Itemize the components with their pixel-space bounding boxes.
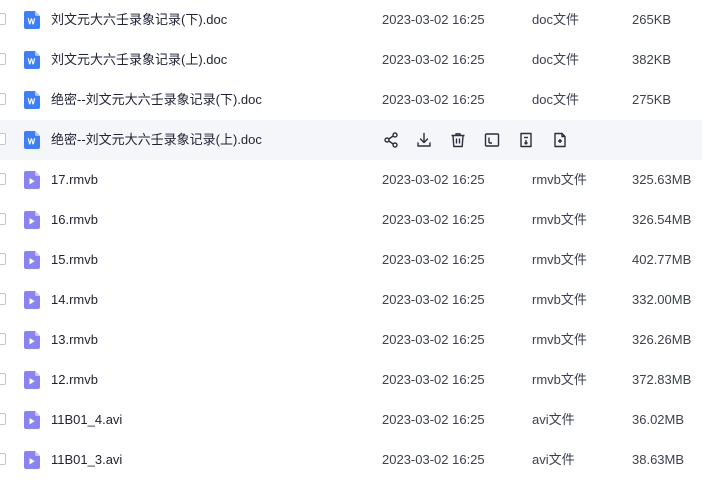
file-size: 382KB xyxy=(632,52,672,67)
rename-icon[interactable] xyxy=(483,131,501,149)
video-file-icon xyxy=(24,411,40,429)
video-file-icon xyxy=(24,171,40,189)
file-date: 2023-03-02 16:25 xyxy=(382,412,485,427)
file-row-hovered[interactable]: 绝密--刘文元大六壬录象记录(上).doc xyxy=(0,120,702,160)
file-type: rmvb文件 xyxy=(532,332,587,347)
file-name[interactable]: 刘文元大六壬录象记录(下).doc xyxy=(51,11,227,29)
word-doc-icon xyxy=(24,131,40,149)
file-type: rmvb文件 xyxy=(532,172,587,187)
row-checkbox[interactable] xyxy=(0,173,6,185)
file-row[interactable]: 16.rmvb 2023-03-02 16:25 rmvb文件 326.54MB xyxy=(0,200,702,240)
file-row[interactable]: 12.rmvb 2023-03-02 16:25 rmvb文件 372.83MB xyxy=(0,360,702,400)
share-icon[interactable] xyxy=(382,131,400,149)
file-name[interactable]: 刘文元大六壬录象记录(上).doc xyxy=(51,51,227,69)
file-name[interactable]: 绝密--刘文元大六壬录象记录(下).doc xyxy=(51,91,262,109)
file-date: 2023-03-02 16:25 xyxy=(382,92,485,107)
row-checkbox[interactable] xyxy=(0,133,6,145)
file-date: 2023-03-02 16:25 xyxy=(382,452,485,467)
file-date: 2023-03-02 16:25 xyxy=(382,12,485,27)
file-row[interactable]: 刘文元大六壬录象记录(上).doc 2023-03-02 16:25 doc文件… xyxy=(0,40,702,80)
file-name[interactable]: 绝密--刘文元大六壬录象记录(上).doc xyxy=(51,131,262,149)
file-row[interactable]: 11B01_4.avi 2023-03-02 16:25 avi文件 36.02… xyxy=(0,400,702,440)
file-date: 2023-03-02 16:25 xyxy=(382,292,485,307)
file-name[interactable]: 15.rmvb xyxy=(51,251,98,269)
file-type: rmvb文件 xyxy=(532,212,587,227)
download-icon[interactable] xyxy=(415,131,433,149)
file-row[interactable]: 17.rmvb 2023-03-02 16:25 rmvb文件 325.63MB xyxy=(0,160,702,200)
word-doc-icon xyxy=(24,91,40,109)
video-file-icon xyxy=(24,451,40,469)
file-row[interactable]: 绝密--刘文元大六壬录象记录(下).doc 2023-03-02 16:25 d… xyxy=(0,80,702,120)
file-date: 2023-03-02 16:25 xyxy=(382,372,485,387)
file-date: 2023-03-02 16:25 xyxy=(382,52,485,67)
file-size: 372.83MB xyxy=(632,372,692,387)
file-date: 2023-03-02 16:25 xyxy=(382,252,485,267)
row-checkbox[interactable] xyxy=(0,413,6,425)
file-size: 38.63MB xyxy=(632,452,685,467)
file-row[interactable]: 13.rmvb 2023-03-02 16:25 rmvb文件 326.26MB xyxy=(0,320,702,360)
file-name[interactable]: 14.rmvb xyxy=(51,291,98,309)
file-date: 2023-03-02 16:25 xyxy=(382,172,485,187)
move-icon[interactable] xyxy=(517,131,535,149)
file-size: 326.54MB xyxy=(632,212,692,227)
file-row[interactable]: 14.rmvb 2023-03-02 16:25 rmvb文件 332.00MB xyxy=(0,280,702,320)
file-size: 402.77MB xyxy=(632,252,692,267)
file-date: 2023-03-02 16:25 xyxy=(382,332,485,347)
file-size: 332.00MB xyxy=(632,292,692,307)
file-type: rmvb文件 xyxy=(532,292,587,307)
row-checkbox[interactable] xyxy=(0,293,6,305)
row-checkbox[interactable] xyxy=(0,213,6,225)
file-name[interactable]: 11B01_3.avi xyxy=(51,451,122,469)
file-size: 326.26MB xyxy=(632,332,692,347)
file-type: doc文件 xyxy=(532,12,579,27)
file-size: 325.63MB xyxy=(632,172,692,187)
video-file-icon xyxy=(24,371,40,389)
file-name[interactable]: 16.rmvb xyxy=(51,211,98,229)
file-type: doc文件 xyxy=(532,92,579,107)
file-size: 275KB xyxy=(632,92,672,107)
row-checkbox[interactable] xyxy=(0,333,6,345)
file-type: rmvb文件 xyxy=(532,252,587,267)
file-type: rmvb文件 xyxy=(532,372,587,387)
row-checkbox[interactable] xyxy=(0,13,6,25)
row-checkbox[interactable] xyxy=(0,453,6,465)
word-doc-icon xyxy=(24,51,40,69)
file-name[interactable]: 12.rmvb xyxy=(51,371,98,389)
row-checkbox[interactable] xyxy=(0,53,6,65)
row-checkbox[interactable] xyxy=(0,373,6,385)
file-list: 刘文元大六壬录象记录(下).doc 2023-03-02 16:25 doc文件… xyxy=(0,0,702,484)
video-file-icon xyxy=(24,291,40,309)
word-doc-icon xyxy=(24,11,40,29)
file-date: 2023-03-02 16:25 xyxy=(382,212,485,227)
delete-icon[interactable] xyxy=(449,131,467,149)
copy-icon[interactable] xyxy=(551,131,569,149)
file-name[interactable]: 11B01_4.avi xyxy=(51,411,122,429)
video-file-icon xyxy=(24,211,40,229)
video-file-icon xyxy=(24,251,40,269)
row-checkbox[interactable] xyxy=(0,253,6,265)
video-file-icon xyxy=(24,331,40,349)
file-row[interactable]: 15.rmvb 2023-03-02 16:25 rmvb文件 402.77MB xyxy=(0,240,702,280)
file-row[interactable]: 11B01_3.avi 2023-03-02 16:25 avi文件 38.63… xyxy=(0,440,702,480)
file-row[interactable]: 刘文元大六壬录象记录(下).doc 2023-03-02 16:25 doc文件… xyxy=(0,0,702,40)
file-type: avi文件 xyxy=(532,452,575,467)
file-type: doc文件 xyxy=(532,52,579,67)
file-size: 265KB xyxy=(632,12,672,27)
file-type: avi文件 xyxy=(532,412,575,427)
row-checkbox[interactable] xyxy=(0,93,6,105)
file-name[interactable]: 13.rmvb xyxy=(51,331,98,349)
file-name[interactable]: 17.rmvb xyxy=(51,171,98,189)
file-size: 36.02MB xyxy=(632,412,685,427)
